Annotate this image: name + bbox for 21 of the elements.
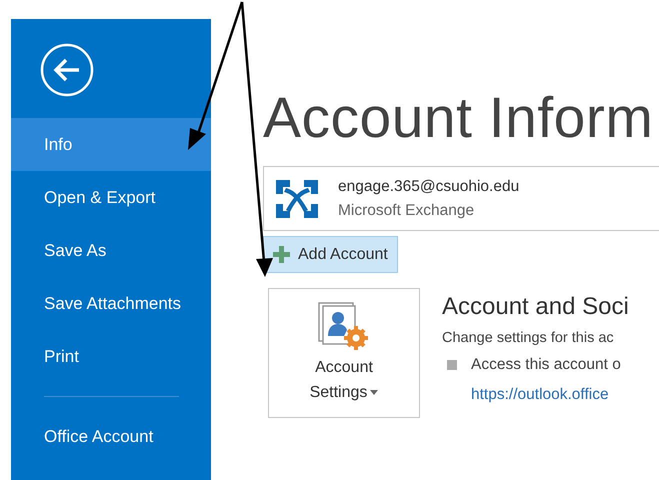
section-description: Change settings for this ac (442, 330, 615, 346)
menu-item[interactable]: Save As (11, 224, 211, 277)
page-title: Account Inform (263, 85, 654, 152)
section-heading: Account and Soci (442, 293, 629, 321)
account-type: Microsoft Exchange (338, 202, 476, 220)
account-settings-icon (318, 302, 370, 352)
outlook-link[interactable]: https://outlook.office (471, 386, 621, 404)
account-settings-button[interactable]: Account Settings (268, 288, 420, 418)
bullet-text: Access this account o (471, 356, 621, 374)
menu-item[interactable]: Info (11, 118, 211, 171)
menu-item[interactable]: Open & Export (11, 171, 211, 224)
bullet-icon (447, 360, 457, 370)
account-email: engage.365@csuohio.edu (338, 178, 520, 196)
menu-item[interactable]: Save Attachments (11, 277, 211, 330)
caret-icon (370, 390, 378, 396)
menu-item[interactable]: Office Account (11, 410, 211, 463)
plus-icon (273, 246, 290, 263)
menu-item[interactable]: Print (11, 330, 211, 383)
account-selector[interactable]: engage.365@csuohio.edu Microsoft Exchange (263, 166, 659, 231)
back-icon[interactable] (40, 43, 94, 97)
add-account-button[interactable]: Add Account (263, 236, 398, 273)
